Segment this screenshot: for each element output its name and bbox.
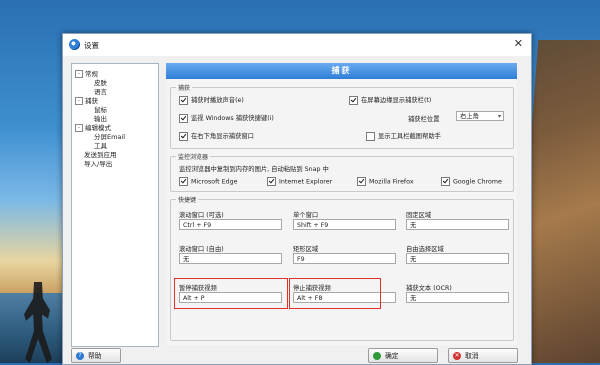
ok-button[interactable]: 确定	[368, 348, 438, 363]
hotkey-field-fixed-region[interactable]: 无	[406, 219, 509, 230]
hotkey-label: 自由选择区域	[406, 246, 444, 253]
browser-firefox-checkbox[interactable]: Mozilla Firefox	[357, 177, 414, 186]
hotkey-label: 滚动窗口 (可选)	[179, 212, 224, 219]
hotkey-field-ocr[interactable]: 无	[406, 292, 509, 303]
help-button[interactable]: ? 帮助	[71, 348, 121, 363]
browser-group-label: 监控浏览器	[176, 152, 211, 161]
settings-window: 设置 ✕ - 常规 皮肤 语言 - 捕获 鼠标 输出 - 编辑模式 分屏Email 工…	[62, 33, 532, 365]
play-sound-checkbox[interactable]: 捕获时播放声音(e)	[179, 95, 244, 105]
panel-header: 捕获	[166, 63, 517, 79]
highlight-pause-video	[174, 278, 288, 309]
hotkey-field-scroll-free[interactable]: 无	[179, 253, 282, 264]
capture-group-label: 捕获	[176, 83, 193, 92]
hotkey-field-freeform[interactable]: 无	[406, 253, 509, 264]
hotkey-group: 快捷键 滚动窗口 (可选) Ctrl + F9 单个窗口 Shift + F9 …	[170, 195, 514, 341]
browser-group: 监控浏览器 监控浏览器中复制到内存的图片, 自动粘贴到 Snap 中 Micro…	[170, 152, 514, 192]
capture-group: 捕获 捕获时播放声音(e) 在屏幕边缘显示捕获栏(t) 监视 Windows 捕…	[170, 83, 514, 149]
browser-chrome-checkbox[interactable]: Google Chrome	[441, 177, 502, 186]
hotkey-field-rect-region[interactable]: F9	[293, 253, 396, 264]
hotkey-label: 滚动窗口 (自由)	[179, 246, 224, 253]
toolbar-hint-checkbox[interactable]: 显示工具栏截图帮助手	[366, 131, 441, 141]
settings-panel: 捕获 捕获 捕获时播放声音(e) 在屏幕边缘显示捕获栏(t) 监视 Window…	[166, 63, 517, 345]
app-logo-icon	[69, 39, 80, 50]
browser-ie-checkbox[interactable]: Internet Explorer	[267, 177, 332, 186]
title-bar: 设置 ✕	[63, 34, 531, 56]
hotkey-label: 矩形区域	[293, 246, 319, 253]
cancel-button[interactable]: ✕ 取消	[448, 348, 518, 363]
browser-edge-checkbox[interactable]: Microsoft Edge	[179, 177, 238, 186]
show-taskbar-checkbox[interactable]: 在屏幕边缘显示捕获栏(t)	[349, 95, 431, 105]
bar-position-select[interactable]: 右上角 ▾	[456, 111, 504, 121]
hotkey-field-single-window[interactable]: Shift + F9	[293, 219, 396, 230]
hotkey-group-label: 快捷键	[176, 195, 199, 204]
window-title: 设置	[84, 41, 99, 50]
show-bottom-right-checkbox[interactable]: 在右下角显示捕获窗口	[179, 131, 254, 141]
highlight-stop-video	[289, 278, 381, 309]
browser-description: 监控浏览器中复制到内存的图片, 自动粘贴到 Snap 中	[179, 166, 329, 173]
monitor-hotkeys-checkbox[interactable]: 监视 Windows 捕获快捷键(i)	[179, 113, 274, 123]
hotkey-label: 单个窗口	[293, 212, 319, 219]
bar-position-label: 捕获栏位置	[408, 116, 440, 123]
close-icon[interactable]: ✕	[514, 37, 523, 50]
settings-tree: - 常规 皮肤 语言 - 捕获 鼠标 输出 - 编辑模式 分屏Email 工具 发送到…	[71, 63, 159, 347]
hotkey-field-scroll-window[interactable]: Ctrl + F9	[179, 219, 282, 230]
tree-item-import-export[interactable]: 导入/导出	[84, 158, 112, 168]
hotkey-label: 捕获文本 (OCR)	[406, 285, 452, 292]
hotkey-label: 固定区域	[406, 212, 432, 219]
